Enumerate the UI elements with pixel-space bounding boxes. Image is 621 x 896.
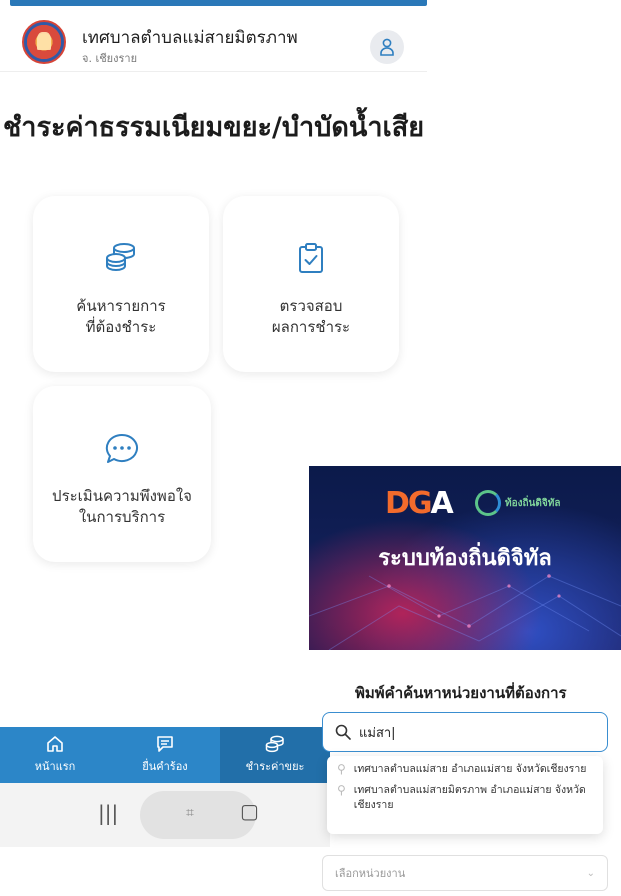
agency-select-placeholder: เลือกหน่วยงาน [335,867,406,880]
nav-home-label: หน้าแรก [34,760,76,773]
home-circle-button[interactable]: ▢ [240,799,259,823]
suggestion-text: เทศบาลตำบลแม่สายมิตรภาพ อำเภอแม่สาย จังห… [353,784,586,811]
home-icon [47,736,63,752]
card-label: ประเมินความพึงพอใจ ในการบริการ [33,486,211,528]
verify-payment-card[interactable]: ตรวจสอบ ผลการชำระ [223,196,399,372]
clipboard-check-icon [299,243,323,273]
bottom-navigation: หน้าแรก ยื่นคำร้อง ชำระค่าขยะ [0,727,330,783]
agency-select[interactable]: เลือกหน่วยงาน ⌄ [322,855,608,891]
card-label-line: ในการบริการ [78,508,166,526]
dga-logo: DGA [385,486,454,521]
nav-request-label: ยื่นคำร้อง [142,760,188,773]
org-province: จ. เชียงราย [82,52,138,65]
profile-button[interactable] [370,30,404,64]
card-label-line: ที่ต้องชำระ [85,318,157,336]
satisfaction-survey-card[interactable]: ประเมินความพึงพอใจ ในการบริการ [33,386,211,562]
nav-request[interactable]: ยื่นคำร้อง [110,727,220,783]
search-icon: ⚲ [337,762,346,776]
suggestion-text: เทศบาลตำบลแม่สาย อำเภอแม่สาย จังหวัดเชีย… [353,763,587,775]
search-heading: พิมพ์คำค้นหาหน่วยงานที่ต้องการ [355,684,567,702]
card-label-line: ประเมินความพึงพอใจ [52,487,192,505]
municipality-seal-logo [22,20,66,64]
agency-search-field[interactable] [322,712,608,752]
search-payment-card[interactable]: ค้นหารายการ ที่ต้องชำระ [33,196,209,372]
chevron-down-icon: ⌄ [586,867,595,879]
card-label: ค้นหารายการ ที่ต้องชำระ [33,296,209,338]
banner-title: ระบบท้องถิ่นดิจิทัล [378,546,552,571]
recent-apps-button[interactable]: ||| [98,801,118,825]
suggestion-item[interactable]: ⚲ เทศบาลตำบลแม่สายมิตรภาพ อำเภอแม่สาย จั… [337,783,593,813]
chat-bubble-icon [105,433,138,463]
search-icon: ⚲ [337,783,346,797]
local-digital-logo-icon [475,490,501,516]
message-icon [157,736,173,752]
user-icon [380,38,394,56]
digital-local-banner: DGA ท้องถิ่นดิจิทัล ระบบท้องถิ่นดิจิทัล [309,466,621,650]
suggestion-item[interactable]: ⚲ เทศบาลตำบลแม่สาย อำเภอแม่สาย จังหวัดเช… [337,762,593,777]
card-label-line: ผลการชำระ [271,318,351,336]
nav-pay-label: ชำระค่าขยะ [245,760,305,773]
android-system-bar: ||| ⌗ ▢ [0,783,330,847]
coins-stack-icon [106,243,135,271]
page-title: ชำระค่าธรรมเนียมขยะ/บำบัดน้ำเสีย [2,112,425,143]
nav-pay-garbage[interactable]: ชำระค่าขยะ [220,727,330,783]
card-label-line: ค้นหารายการ [76,297,166,315]
search-icon [335,724,351,740]
agency-search-input[interactable] [359,724,579,740]
nav-home[interactable]: หน้าแรก [0,727,110,783]
card-label-line: ตรวจสอบ [279,297,343,315]
home-pill[interactable] [140,791,256,839]
local-digital-logo-text: ท้องถิ่นดิจิทัล [505,498,561,509]
app-header: เทศบาลตำบลแม่สายมิตรภาพ จ. เชียงราย [0,6,427,72]
coins-icon [265,735,284,753]
search-suggestions: ⚲ เทศบาลตำบลแม่สาย อำเภอแม่สาย จังหวัดเช… [327,756,603,834]
org-name: เทศบาลตำบลแม่สายมิตรภาพ [82,28,298,48]
card-label: ตรวจสอบ ผลการชำระ [223,296,399,338]
scan-icon[interactable]: ⌗ [186,805,194,821]
